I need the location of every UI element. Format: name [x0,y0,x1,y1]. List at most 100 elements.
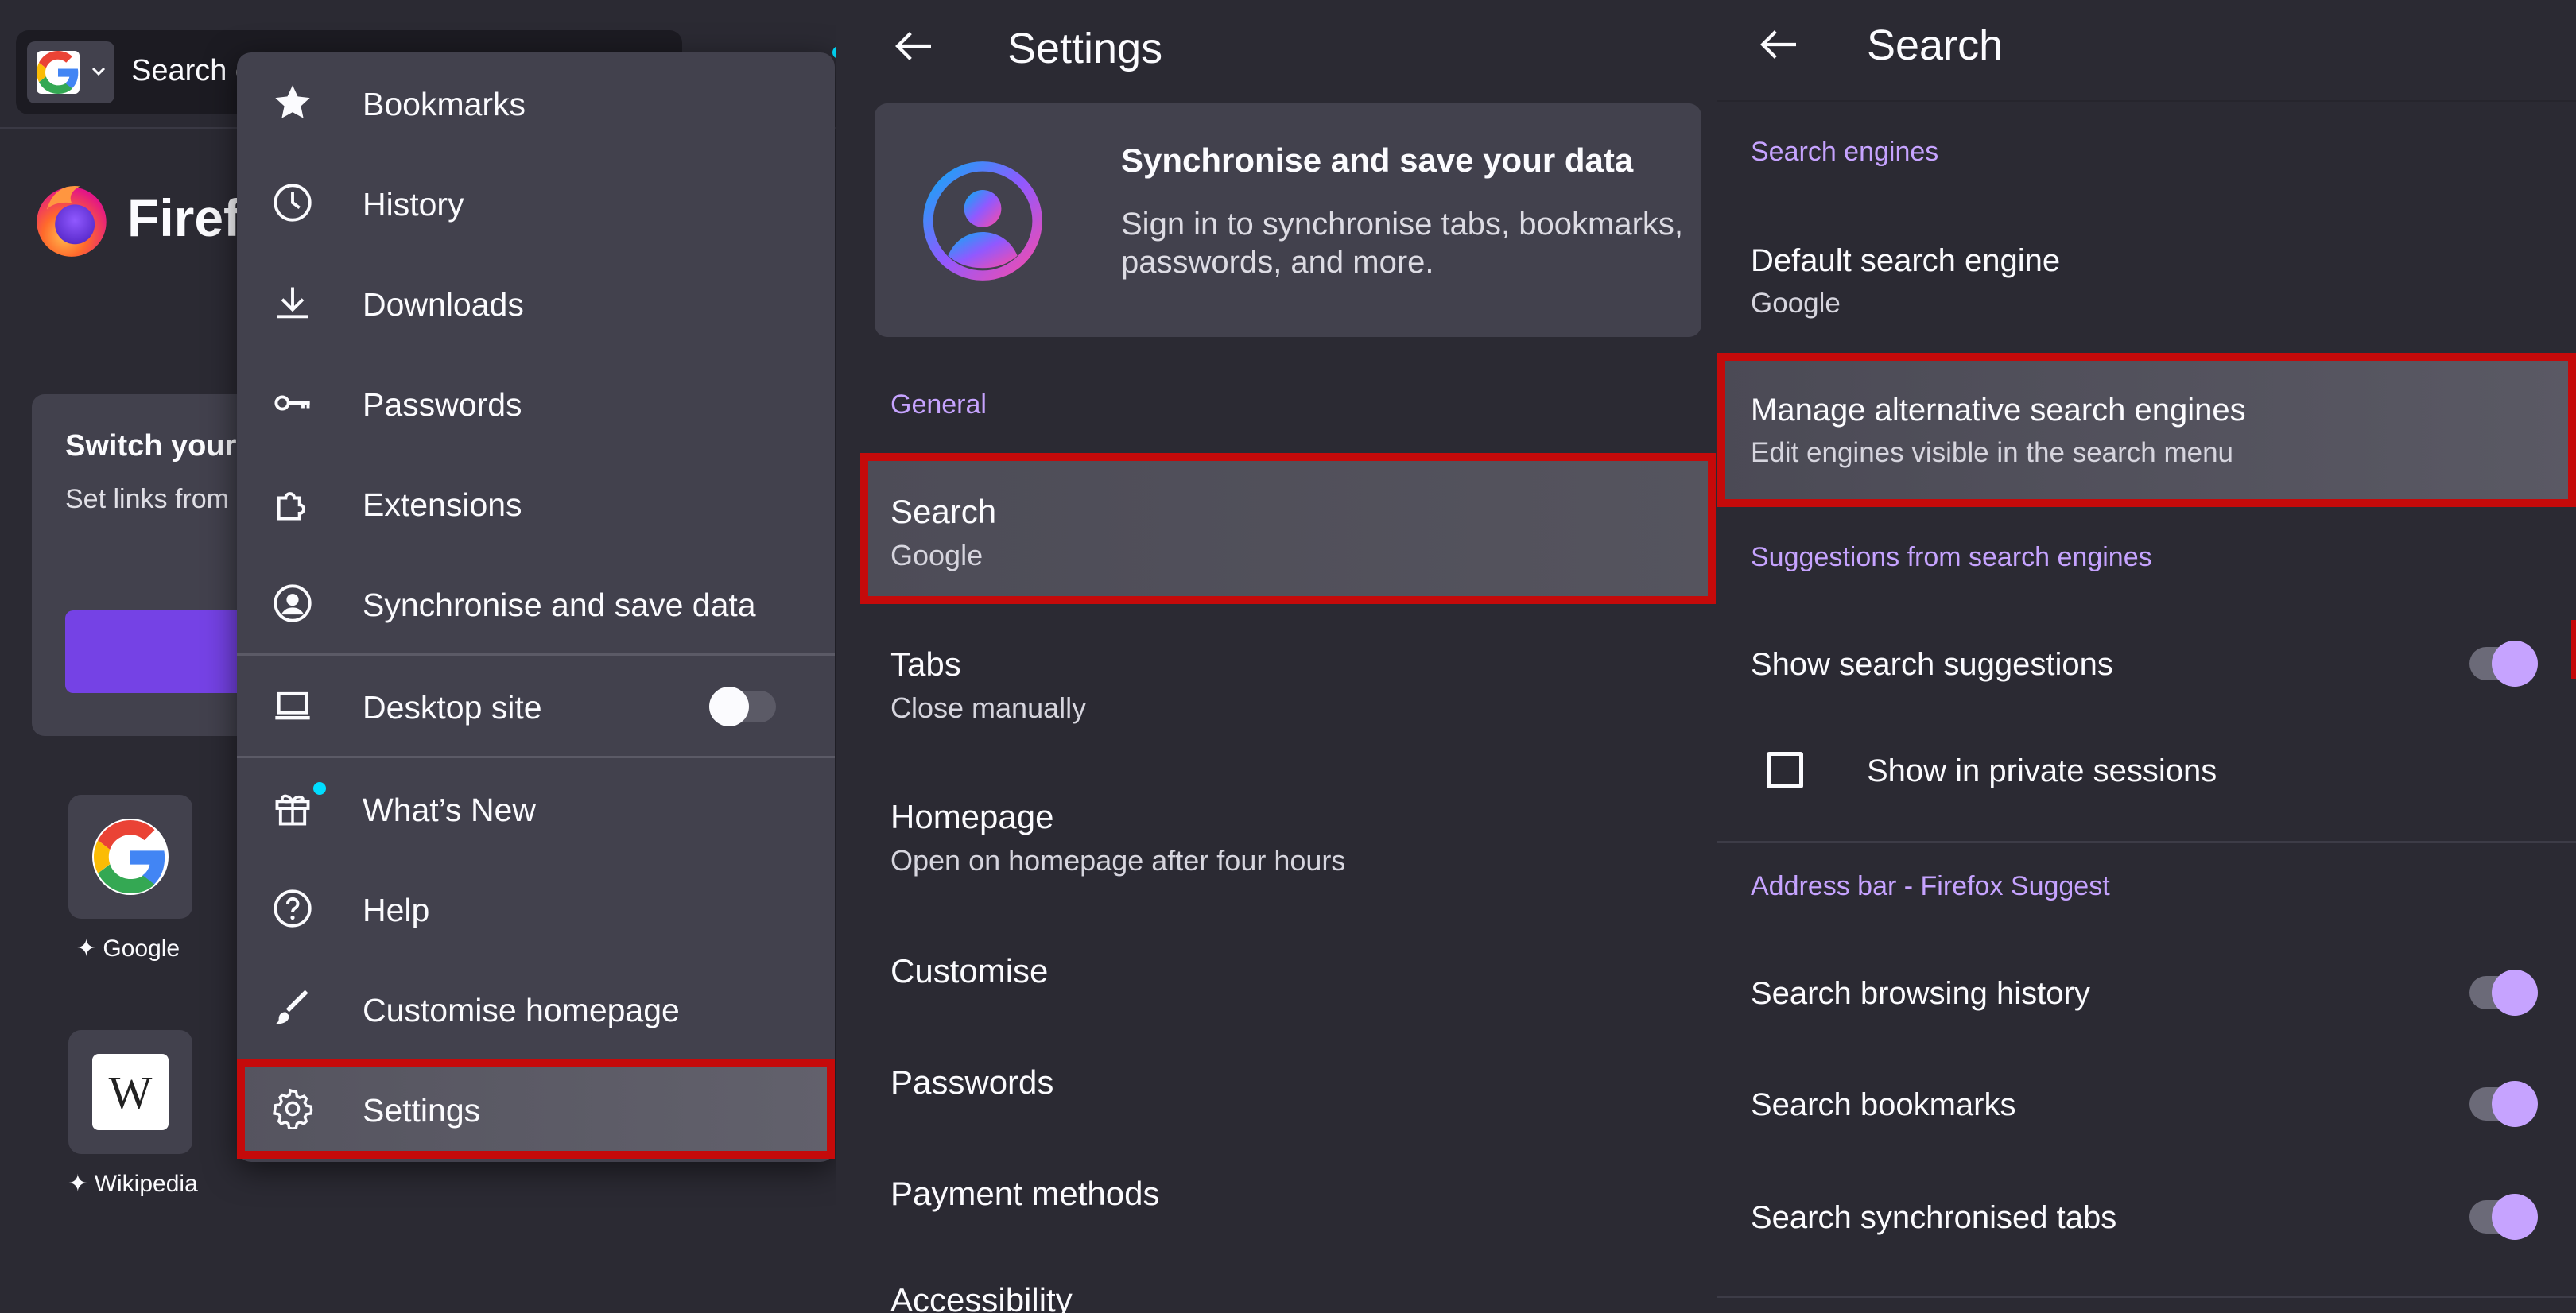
settings-item-homepage[interactable]: Homepage Open on homepage after four hou… [860,761,1716,904]
highlight-box [1717,353,2576,507]
bookmarks-switch[interactable] [2469,1081,2538,1127]
settings-item-tabs[interactable]: Tabs Close manually [860,609,1716,752]
item-subtitle: Open on homepage after four hours [890,844,1346,877]
gift-icon [275,794,310,826]
default-search-engine-item[interactable]: Default search engine Google [1717,207,2576,350]
help-icon [274,889,312,928]
show-search-suggestions-item[interactable]: Show search suggestions [1717,612,2576,717]
account-card-subtitle: Sign in to synchronise tabs, bookmarks, … [1121,207,1684,280]
new-indicator-dot [313,782,326,795]
item-title: Show in private sessions [1867,753,2217,788]
settings-item-payment-methods[interactable]: Payment methods [860,1137,1716,1248]
settings-panel: Settings Synchronise and save your data … [860,0,1716,1313]
switch-knob [2492,1081,2538,1127]
highlight-edge [2571,620,2576,679]
account-card-title: Synchronise and save your data [1121,141,1634,179]
item-subtitle: Google [1751,288,1841,319]
switch-knob [2492,641,2538,687]
item-title: Passwords [890,1063,1054,1101]
highlight-box [860,453,1716,604]
private-sessions-checkbox[interactable] [1767,752,1803,788]
screenshot-canvas: Search o Firefo Switch your Set links fr… [0,0,2576,1313]
card-title: Switch your [65,429,237,463]
shortcut-label: ✦ Wikipedia [68,1171,198,1197]
star-icon [275,85,310,118]
address-bar-placeholder: Search o [131,54,253,87]
clock-icon [274,184,312,222]
search-synchronised-tabs-item[interactable]: Search synchronised tabs [1717,1165,2576,1270]
menu-item-label: Customise homepage [363,992,680,1028]
back-arrow-icon[interactable] [892,24,937,68]
section-divider [1717,1296,2576,1298]
menu-item-sync[interactable]: Synchronise and save data [237,553,835,653]
show-suggestions-switch[interactable] [2469,641,2538,687]
item-title: Payment methods [890,1175,1160,1212]
highlight-box [237,1059,835,1159]
google-icon [92,819,169,895]
back-arrow-icon[interactable] [1757,22,1802,67]
menu-item-label: Help [363,892,430,928]
shortcut-tile[interactable]: W [68,1030,192,1154]
toggle-knob [709,687,749,726]
menu-item-passwords[interactable]: Passwords [237,353,835,453]
settings-item-passwords[interactable]: Passwords [860,1025,1716,1137]
item-title: Search bookmarks [1751,1087,2016,1122]
section-header-address-bar: Address bar - Firefox Suggest [1751,871,2110,901]
switch-knob [2492,1194,2538,1240]
settings-item-customise[interactable]: Customise [860,914,1716,1025]
section-divider [1717,841,2576,843]
account-icon [274,584,312,622]
menu-item-label: Downloads [363,286,524,323]
menu-item-label: History [363,186,464,223]
item-title: Default search engine [1751,243,2061,278]
menu-item-label: Bookmarks [363,86,526,122]
google-icon [37,51,80,94]
menu-item-history[interactable]: History [237,153,835,253]
item-subtitle: Close manually [890,691,1087,724]
laptop-icon [275,691,310,720]
search-engine-selector[interactable] [27,41,114,103]
item-title: Homepage [890,798,1054,835]
menu-item-label: Passwords [363,386,522,423]
section-header-general: General [890,389,987,420]
item-title: Accessibility [890,1281,1073,1313]
account-sync-card[interactable]: Synchronise and save your data Sign in t… [875,103,1701,337]
menu-item-label: What’s New [363,792,536,828]
desktop-site-toggle[interactable] [709,687,776,726]
wikipedia-icon: W [92,1054,169,1130]
search-browsing-history-item[interactable]: Search browsing history [1717,941,2576,1046]
menu-item-label: Synchronise and save data [363,587,756,623]
item-title: Show search suggestions [1751,647,2113,682]
menu-item-extensions[interactable]: Extensions [237,453,835,553]
shortcut-tile[interactable] [68,795,192,919]
menu-item-desktop-site[interactable]: Desktop site [237,656,835,756]
search-bookmarks-item[interactable]: Search bookmarks [1717,1052,2576,1157]
show-private-sessions-item[interactable]: Show in private sessions [1717,718,2576,823]
item-title: Search synchronised tabs [1751,1200,2117,1235]
puzzle-icon [277,492,305,521]
pin-icon: ✦ [68,1171,95,1197]
menu-item-downloads[interactable]: Downloads [237,253,835,353]
switch-knob [2492,970,2538,1016]
browsing-history-switch[interactable] [2469,970,2538,1016]
firefox-logo-icon [37,186,107,257]
menu-item-customise-homepage[interactable]: Customise homepage [237,959,835,1059]
page-title: Search [1867,21,2004,69]
firefox-home-panel: Search o Firefo Switch your Set links fr… [0,0,836,1313]
pin-icon: ✦ [76,935,103,962]
synced-tabs-switch[interactable] [2469,1194,2538,1240]
search-toolbar: Search [1717,0,2576,102]
page-title: Settings [1007,25,1163,72]
shortcut-label: ✦ Google [76,935,180,962]
search-settings-panel: Search Search engines Default search eng… [1717,0,2576,1313]
settings-item-accessibility[interactable]: Accessibility [860,1248,1716,1313]
key-icon [274,395,310,411]
menu-item-label: Desktop site [363,689,542,726]
menu-item-bookmarks[interactable]: Bookmarks [237,52,835,153]
download-icon [277,287,308,319]
menu-item-label: Extensions [363,486,522,523]
menu-item-whats-new[interactable]: What’s New [237,758,835,858]
brush-icon [275,990,308,1024]
menu-item-help[interactable]: Help [237,858,835,959]
main-menu: Bookmarks History Downloads Passwords Ex… [237,52,835,1162]
